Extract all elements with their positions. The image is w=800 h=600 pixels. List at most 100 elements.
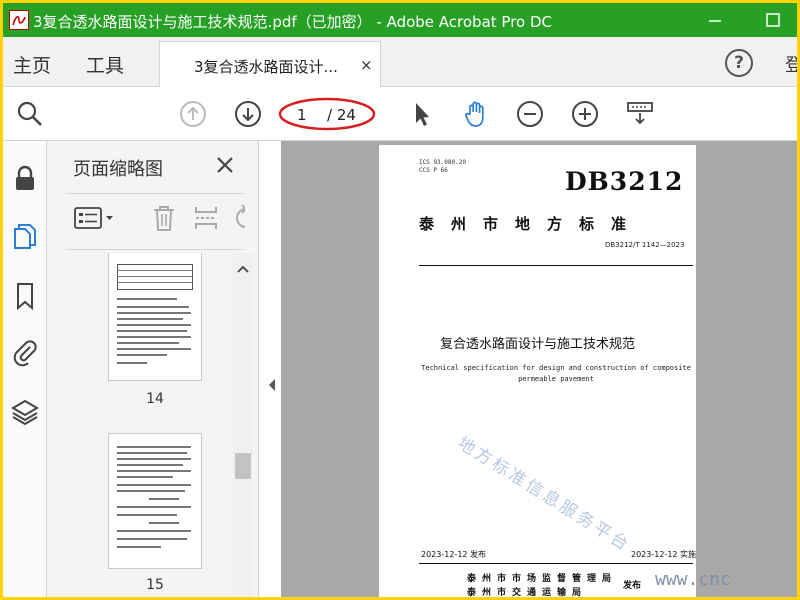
standard-number: DB3212/T 1142—2023 — [605, 241, 685, 249]
bookmark-icon[interactable] — [10, 281, 40, 311]
thumbnail-text-line — [117, 452, 187, 454]
document-viewport[interactable]: ICS 93.080.20 CCS P 66 DB3212 泰州市地方标准 DB… — [281, 141, 797, 597]
thumbnail-list: 14 15 — [47, 253, 233, 597]
thumbnail-text-line — [149, 522, 179, 524]
previous-page-icon[interactable] — [178, 99, 208, 129]
thumbnail-page-number: 14 — [146, 391, 164, 407]
english-title-line: Technical specification for design and c… — [421, 364, 691, 372]
document-title: 复合透水路面设计与施工技术规范 — [439, 337, 635, 352]
divider-line — [419, 265, 693, 266]
layers-icon[interactable] — [10, 397, 40, 427]
thumbnail-text-line — [117, 464, 183, 466]
thumbnail-text-line — [117, 446, 191, 448]
toolbar: 1 / 24 — [3, 87, 797, 141]
thumbnail-text-line — [117, 506, 191, 508]
thumbnail-text-line — [117, 354, 167, 356]
current-page-input[interactable]: 1 — [297, 106, 307, 124]
total-pages-label: / 24 — [327, 106, 356, 124]
document-tab[interactable]: 3复合透水路面设计... × — [159, 41, 381, 88]
search-icon[interactable] — [15, 99, 45, 129]
ics-code: ICS 93.080.20 — [419, 159, 466, 166]
delete-page-icon[interactable] — [149, 203, 179, 233]
publish-date: 2023-12-12 发布 — [421, 550, 487, 559]
thumbnail-text-line — [117, 282, 193, 283]
english-title-line: permeable pavement — [518, 375, 594, 383]
thumbnail-text-line — [117, 312, 191, 314]
next-page-icon[interactable] — [233, 99, 263, 129]
pages-icon[interactable] — [10, 221, 40, 251]
thumbnail-page-number: 15 — [146, 577, 164, 593]
tab-home[interactable]: 主页 — [13, 51, 51, 78]
thumbnail-text-line — [117, 336, 191, 338]
acrobat-window: 3复合透水路面设计与施工技术规范.pdf（已加密） - Adobe Acroba… — [3, 3, 797, 597]
thumbnail-options-icon[interactable] — [73, 203, 117, 233]
help-icon[interactable]: ? — [725, 49, 753, 77]
thumbnail-text-line — [117, 270, 193, 271]
thumbnail-text-line — [117, 330, 187, 332]
scroll-up-icon[interactable] — [237, 259, 249, 273]
panel-divider — [67, 249, 243, 250]
thumbnail-text-line — [117, 458, 191, 460]
thumbnail-text-line — [117, 530, 191, 532]
sign-in-button[interactable]: 登 — [785, 51, 797, 77]
zoom-in-icon[interactable] — [570, 99, 600, 129]
thumbnail-text-line — [117, 306, 189, 308]
issue-label: 发布 — [623, 581, 642, 591]
site-watermark: www.cnc — [655, 569, 731, 590]
standard-code: DB3212 — [565, 167, 684, 196]
thumbnail-text-line — [117, 298, 177, 300]
minimize-button[interactable] — [703, 8, 727, 32]
rotate-page-icon[interactable] — [231, 203, 245, 233]
panel-divider — [67, 193, 243, 194]
thumbnail-text-line — [117, 476, 173, 478]
lock-icon[interactable] — [10, 163, 40, 193]
ccs-code: CCS P 66 — [419, 167, 448, 174]
thumbnails-panel: 页面缩略图 14 15 — [47, 141, 259, 597]
close-tab-icon[interactable]: × — [360, 56, 373, 74]
english-title: Technical specification for design and c… — [419, 363, 693, 385]
thumbnail-text-line — [117, 546, 161, 548]
thumbnail-text-line — [117, 348, 191, 350]
page-thumbnail[interactable] — [108, 253, 202, 381]
select-cursor-icon[interactable] — [406, 99, 436, 129]
thumbnail-text-line — [117, 342, 179, 344]
page-thumbnail[interactable] — [108, 433, 202, 569]
thumbnail-text-line — [117, 490, 185, 492]
thumbnail-scrollbar[interactable] — [233, 253, 253, 597]
standard-type: 泰州市地方标准 — [419, 215, 644, 233]
issuer-line: 泰州市市场监督管理局 — [467, 574, 618, 584]
divider-line — [419, 563, 693, 564]
page-display-icon[interactable] — [625, 99, 655, 129]
thumbnail-text-line — [149, 498, 179, 500]
panel-title: 页面缩略图 — [73, 159, 163, 180]
thumbnail-text-line — [117, 362, 147, 364]
maximize-button[interactable] — [761, 8, 785, 32]
attachment-icon[interactable] — [10, 337, 40, 367]
window-title: 3复合透水路面设计与施工技术规范.pdf（已加密） - Adobe Acroba… — [33, 13, 553, 31]
insert-page-icon[interactable] — [191, 203, 221, 233]
zoom-out-icon[interactable] — [515, 99, 545, 129]
issuer-line: 泰州市交通运输局 — [467, 588, 588, 597]
thumbnail-text-line — [117, 484, 191, 486]
tab-bar: 主页 工具 3复合透水路面设计... × ? 登 — [3, 37, 797, 88]
pdf-app-icon — [9, 10, 29, 30]
thumbnail-text-line — [117, 470, 191, 472]
thumbnail-text-line — [117, 514, 177, 516]
collapse-panel-icon[interactable] — [267, 377, 277, 391]
title-bar: 3复合透水路面设计与施工技术规范.pdf（已加密） - Adobe Acroba… — [3, 3, 797, 37]
hand-tool-icon[interactable] — [461, 99, 491, 129]
page-number-box[interactable]: 1 / 24 — [289, 101, 371, 131]
thumbnail-text-line — [117, 538, 187, 540]
thumbnail-text-line — [117, 324, 191, 326]
implement-date: 2023-12-12 实施 — [631, 550, 697, 559]
tab-tools[interactable]: 工具 — [86, 51, 124, 78]
pdf-page: ICS 93.080.20 CCS P 66 DB3212 泰州市地方标准 DB… — [379, 145, 696, 597]
watermark: 地方标准信息服务平台 — [453, 433, 634, 557]
thumbnail-table — [117, 264, 193, 290]
document-tab-label: 3复合透水路面设计... — [194, 58, 338, 76]
thumbnail-text-line — [117, 276, 193, 277]
scrollbar-thumb[interactable] — [235, 453, 251, 479]
thumbnail-text-line — [117, 318, 183, 320]
navigation-rail — [3, 141, 47, 597]
close-panel-icon[interactable] — [215, 155, 235, 175]
